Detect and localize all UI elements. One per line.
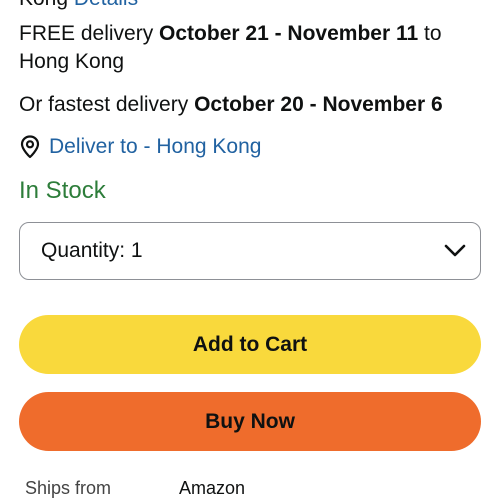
- add-to-cart-button[interactable]: Add to Cart: [19, 315, 481, 374]
- location-pin-icon: [19, 135, 41, 159]
- chevron-down-icon: [444, 244, 466, 258]
- add-to-cart-label: Add to Cart: [192, 332, 308, 356]
- free-delivery-dates: October 21 - November 11: [159, 22, 419, 45]
- stock-status: In Stock: [19, 177, 106, 204]
- quantity-label: Quantity:: [41, 239, 126, 262]
- fastest-delivery-info: Or fastest delivery October 20 - Novembe…: [19, 91, 443, 119]
- ships-from-label: Ships from: [25, 478, 112, 498]
- deliver-to-link[interactable]: Deliver to - Hong Kong: [19, 133, 261, 161]
- free-delivery-prefix: FREE delivery: [19, 22, 154, 45]
- buy-now-label: Buy Now: [205, 409, 295, 433]
- fastest-delivery-prefix: Or fastest delivery: [19, 93, 189, 116]
- free-delivery-info: FREE delivery October 21 - November 11 t…: [19, 20, 484, 76]
- previous-delivery-text: Kong Details: [19, 0, 138, 12]
- buy-now-button[interactable]: Buy Now: [19, 392, 481, 451]
- deliver-to-label: Deliver to - Hong Kong: [49, 135, 262, 158]
- quantity-display: Quantity: 1: [41, 239, 444, 263]
- ships-from-value: Amazon: [179, 478, 246, 498]
- quantity-select[interactable]: Quantity: 1: [19, 222, 481, 280]
- fastest-delivery-dates: October 20 - November 6: [194, 93, 443, 116]
- delivery-details-link[interactable]: Details: [74, 0, 138, 10]
- previous-delivery-location: Kong: [19, 0, 68, 10]
- quantity-value: 1: [130, 239, 143, 262]
